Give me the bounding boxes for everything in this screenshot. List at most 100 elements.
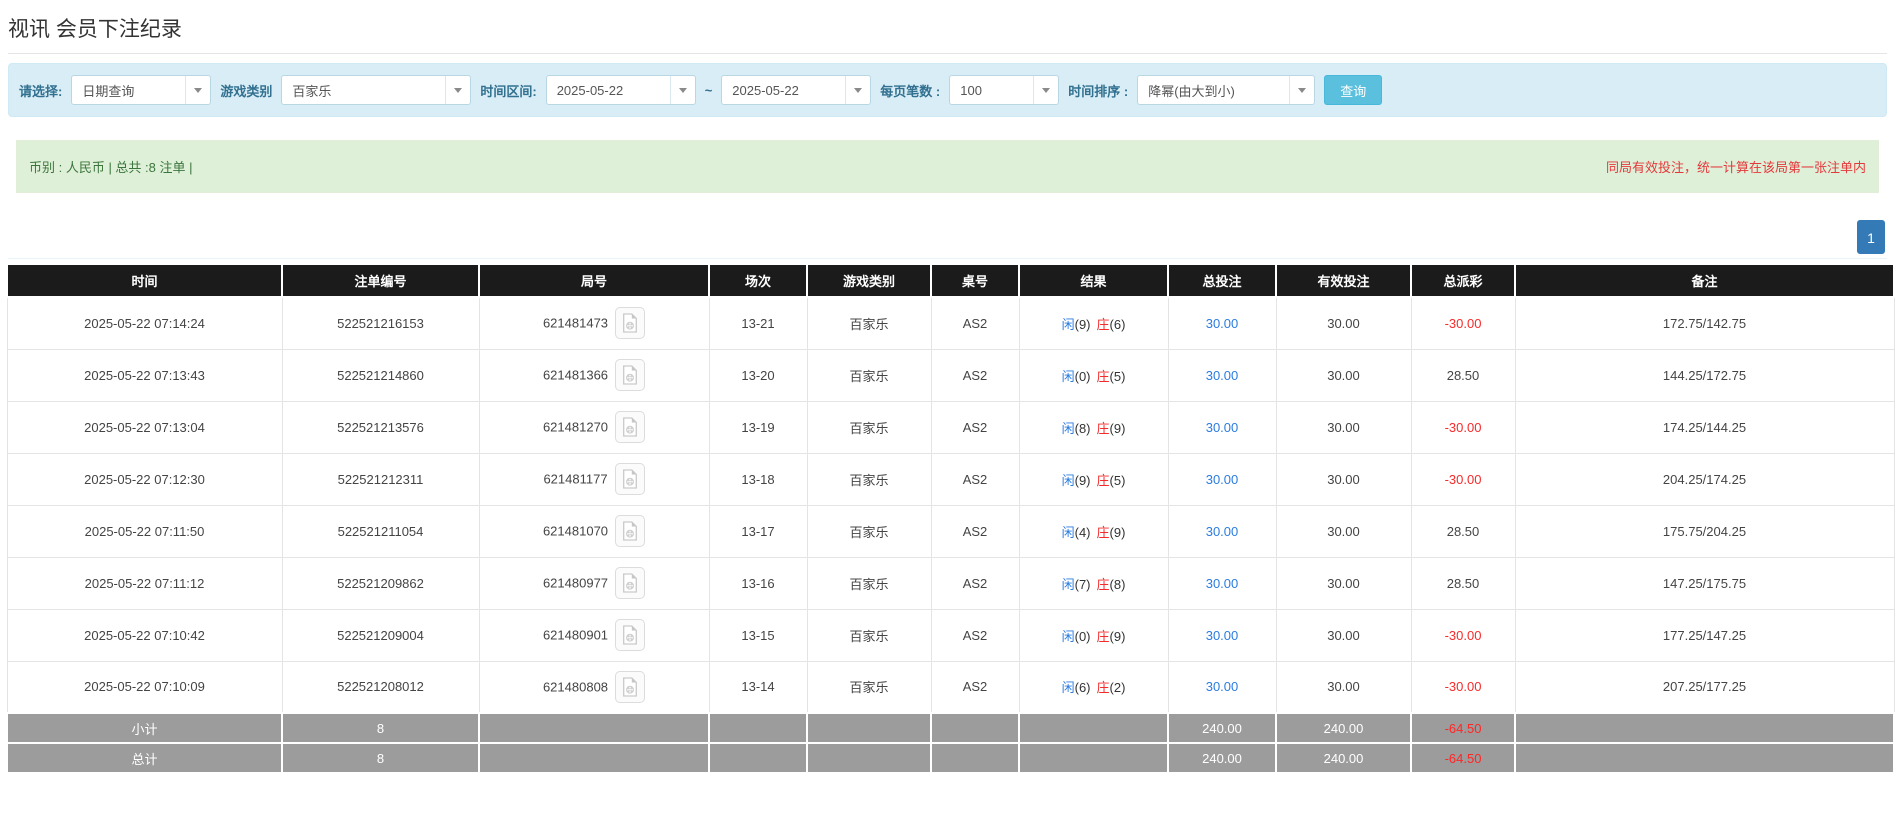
cell-note: 204.25/174.25 (1514, 452, 1895, 506)
cell-total-bet: 30.00 (1167, 452, 1277, 506)
date-to-select[interactable]: 2025-05-22 (721, 75, 872, 105)
cell-session: 13-17 (708, 504, 808, 558)
cell-empty (806, 712, 932, 744)
video-replay-button[interactable] (615, 515, 646, 547)
cell-payout: -30.00 (1410, 400, 1516, 454)
cell-result: 闲(4) 庄(9) (1018, 504, 1169, 558)
cell-round: 621481473 (478, 296, 710, 350)
payout-value: -30.00 (1444, 679, 1482, 695)
round-number: 621481366 (542, 367, 609, 383)
banker-label: 庄 (1096, 368, 1110, 384)
table-header-row: 时间 注单编号 局号 场次 游戏类别 桌号 结果 总投注 有效投注 总派彩 备注 (6, 263, 1895, 298)
cell-time: 2025-05-22 07:13:43 (6, 348, 283, 402)
video-replay-button[interactable] (615, 670, 646, 703)
query-type-value: 日期查询 (82, 83, 135, 99)
title-divider (8, 53, 1887, 54)
cell-total-bet: 30.00 (1167, 348, 1277, 402)
player-points: (8) (1074, 420, 1091, 436)
table-row: 2025-05-22 07:11:12 522521209862 6214809… (6, 556, 1895, 610)
date-from-select[interactable]: 2025-05-22 (545, 75, 696, 105)
col-total-bet: 总投注 (1167, 263, 1277, 298)
cell-time: 2025-05-22 07:11:50 (6, 504, 283, 558)
col-session: 场次 (708, 263, 808, 298)
cell-note: 175.75/204.25 (1514, 504, 1895, 558)
table-row: 2025-05-22 07:13:04 522521213576 6214812… (6, 400, 1895, 454)
cell-game: 百家乐 (806, 452, 932, 506)
cell-result: 闲(6) 庄(2) (1018, 660, 1169, 714)
cell-session: 13-18 (708, 452, 808, 506)
table-row: 2025-05-22 07:11:50 522521211054 6214810… (6, 504, 1895, 558)
cell-time: 2025-05-22 07:10:42 (6, 608, 283, 662)
cell-result: 闲(9) 庄(6) (1018, 296, 1169, 350)
pagination: 1 (8, 220, 1885, 254)
table-row: 2025-05-22 07:12:30 522521212311 6214811… (6, 452, 1895, 506)
cell-game: 百家乐 (806, 348, 932, 402)
video-replay-button[interactable] (615, 619, 646, 651)
cell-session: 13-16 (708, 556, 808, 610)
table-top-divider (8, 258, 1887, 259)
chevron-down-icon (185, 76, 210, 104)
video-replay-button[interactable] (615, 567, 646, 599)
payout-value: 28.50 (1446, 523, 1480, 539)
cell-valid-bet: 30.00 (1275, 400, 1412, 454)
game-type-select[interactable]: 百家乐 (281, 75, 472, 105)
cell-table: AS2 (930, 400, 1020, 454)
cell-table: AS2 (930, 348, 1020, 402)
time-range-label: 时间区间: (480, 83, 537, 99)
cell-game: 百家乐 (806, 556, 932, 610)
subtotal-count: 8 (281, 712, 480, 744)
video-replay-button[interactable] (614, 463, 645, 495)
bet-records-table: 时间 注单编号 局号 场次 游戏类别 桌号 结果 总投注 有效投注 总派彩 备注… (6, 263, 1895, 774)
cell-session: 13-14 (708, 660, 808, 714)
page-size-select[interactable]: 100 (949, 75, 1060, 105)
col-round: 局号 (478, 263, 710, 298)
col-valid-bet: 有效投注 (1275, 263, 1412, 298)
page-size-value: 100 (960, 82, 982, 98)
cell-valid-bet: 30.00 (1275, 504, 1412, 558)
page-size-label: 每页笔数 : (880, 83, 941, 99)
player-label: 闲 (1061, 524, 1075, 540)
chevron-down-icon (1033, 76, 1058, 104)
banker-points: (2) (1109, 680, 1126, 696)
col-note: 备注 (1514, 263, 1895, 298)
video-file-icon (623, 365, 638, 385)
search-button[interactable]: 查询 (1324, 75, 1383, 105)
cell-result: 闲(0) 庄(5) (1018, 348, 1169, 402)
page-button-1[interactable]: 1 (1857, 220, 1885, 254)
video-replay-button[interactable] (615, 359, 646, 391)
round-number: 621481070 (542, 523, 609, 539)
banker-points: (9) (1109, 628, 1126, 644)
video-file-icon (623, 313, 638, 333)
video-replay-button[interactable] (615, 411, 646, 443)
grandtotal-count: 8 (281, 742, 480, 774)
banker-label: 庄 (1096, 628, 1110, 644)
player-label: 闲 (1061, 368, 1075, 384)
cell-payout: 28.50 (1410, 556, 1516, 610)
time-sort-label: 时间排序 : (1068, 83, 1129, 99)
cell-payout: -30.00 (1410, 452, 1516, 506)
cell-empty (930, 742, 1020, 774)
video-replay-button[interactable] (615, 307, 646, 340)
col-payout: 总派彩 (1410, 263, 1516, 298)
cell-game: 百家乐 (806, 608, 932, 662)
cell-bet-no: 522521208012 (281, 660, 480, 714)
cell-time: 2025-05-22 07:12:30 (6, 452, 283, 506)
round-number: 621481270 (542, 419, 609, 435)
player-label: 闲 (1061, 472, 1075, 488)
cell-total-bet: 30.00 (1167, 660, 1277, 714)
cell-note: 147.25/175.75 (1514, 556, 1895, 610)
cell-empty (1018, 712, 1169, 744)
banker-points: (9) (1109, 420, 1126, 436)
cell-empty (1514, 742, 1895, 774)
player-points: (6) (1074, 680, 1091, 696)
cell-session: 13-19 (708, 400, 808, 454)
cell-game: 百家乐 (806, 400, 932, 454)
cell-table: AS2 (930, 504, 1020, 558)
cell-game: 百家乐 (806, 660, 932, 714)
cell-bet-no: 522521211054 (281, 504, 480, 558)
time-sort-select[interactable]: 降幂(由大到小) (1137, 75, 1316, 105)
query-type-select[interactable]: 日期查询 (71, 75, 212, 105)
grandtotal-valid-bet: 240.00 (1275, 742, 1412, 774)
video-file-icon (623, 521, 638, 541)
range-separator: ~ (704, 82, 713, 98)
